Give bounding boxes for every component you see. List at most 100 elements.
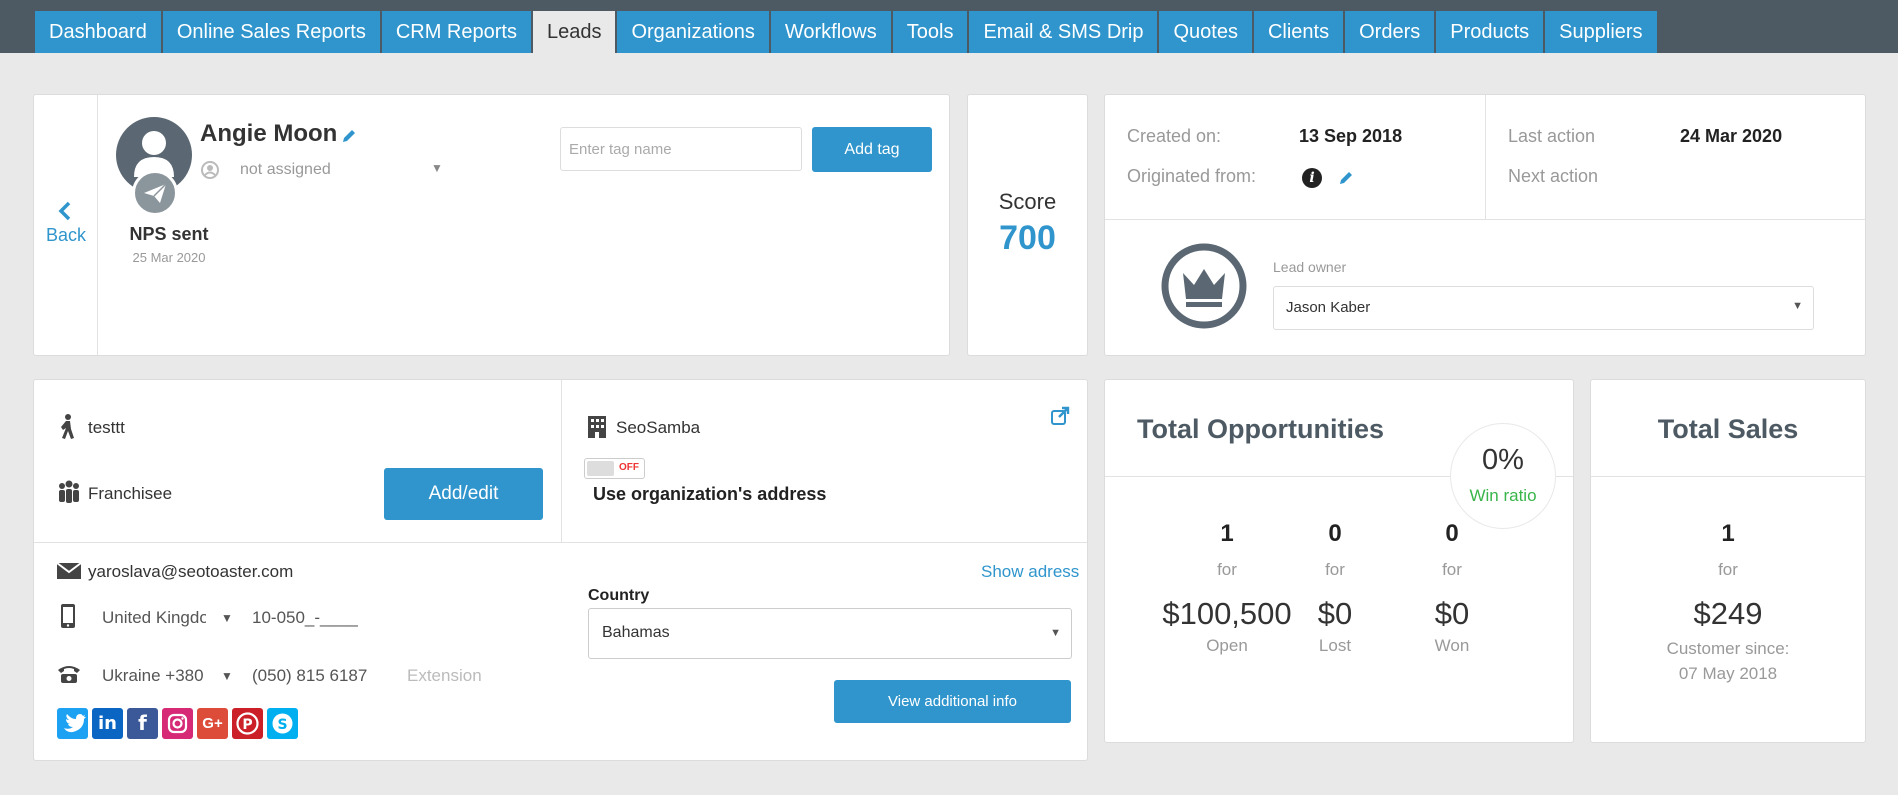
edit-pencil-icon[interactable]: [1337, 169, 1355, 187]
back-column[interactable]: Back: [34, 95, 98, 355]
external-link-icon[interactable]: [1050, 406, 1070, 426]
caret-down-icon: ▼: [1050, 627, 1061, 639]
mobile-country-select[interactable]: United Kingdo: [102, 608, 206, 628]
tab-clients[interactable]: Clients: [1253, 11, 1344, 53]
add-tag-button[interactable]: Add tag: [812, 127, 932, 172]
score-label: Score: [998, 189, 1057, 214]
won-label: Won: [1434, 636, 1470, 655]
divider: [1485, 95, 1486, 219]
position-text: testtt: [88, 418, 125, 437]
instagram-icon[interactable]: [162, 708, 193, 739]
organization-name[interactable]: SeoSamba: [616, 418, 700, 438]
total-sales-card: Total Sales 1 for $249 Customer since: 0…: [1590, 379, 1866, 743]
total-opportunities-card: Total Opportunities 0% Win ratio 1 for $…: [1104, 379, 1574, 743]
pinterest-icon[interactable]: P: [232, 708, 263, 739]
envelope-icon: [56, 562, 82, 579]
created-on-value: 13 Sep 2018: [1299, 126, 1403, 146]
next-action-label: Next action: [1508, 166, 1599, 186]
divider: [1591, 476, 1865, 477]
tab-crm-reports[interactable]: CRM Reports: [381, 11, 531, 53]
phone-number-input[interactable]: (050) 815 6187: [252, 666, 367, 686]
add-edit-button[interactable]: Add/edit: [384, 468, 543, 520]
created-on-label: Created on:: [1127, 126, 1222, 146]
tab-products[interactable]: Products: [1436, 11, 1544, 53]
toggle-state: OFF: [619, 462, 639, 473]
tab-workflows[interactable]: Workflows: [770, 11, 891, 53]
win-ratio-value: 0%: [1482, 444, 1524, 476]
twitter-icon[interactable]: [57, 708, 88, 739]
tab-online-sales-reports[interactable]: Online Sales Reports: [162, 11, 380, 53]
linkedin-icon[interactable]: in: [92, 708, 123, 739]
opportunities-won-column[interactable]: 0 for $0 Won: [1382, 520, 1522, 656]
assignee-icon: [201, 161, 219, 179]
sales-for: for: [1718, 560, 1738, 579]
email-text[interactable]: yaroslava@seotoaster.com: [88, 562, 293, 582]
facebook-icon[interactable]: f: [127, 708, 158, 739]
show-address-link[interactable]: Show adress: [981, 562, 1079, 582]
google-plus-icon[interactable]: G+: [197, 708, 228, 739]
caret-down-icon[interactable]: ▼: [221, 669, 233, 683]
divider: [34, 542, 1087, 543]
landline-phone-icon: [58, 666, 80, 683]
tag-name-input[interactable]: [560, 127, 802, 171]
back-link[interactable]: Back: [46, 225, 86, 246]
divider: [1105, 219, 1865, 220]
tab-leads[interactable]: Leads: [532, 11, 616, 53]
main-tabs: Dashboard Online Sales Reports CRM Repor…: [35, 11, 1659, 53]
tab-email-sms-drip[interactable]: Email & SMS Drip: [969, 11, 1158, 53]
country-label: Country: [588, 587, 650, 604]
svg-text:P: P: [242, 717, 252, 733]
customer-since-date: 07 May 2018: [1678, 664, 1778, 683]
tab-quotes[interactable]: Quotes: [1159, 11, 1252, 53]
svg-text:S: S: [277, 717, 287, 733]
skype-icon[interactable]: S: [267, 708, 298, 739]
won-for: for: [1442, 560, 1462, 579]
role-text: Franchisee: [88, 484, 173, 503]
tab-organizations[interactable]: Organizations: [617, 11, 769, 53]
won-amount: $0: [1434, 596, 1470, 631]
tab-orders[interactable]: Orders: [1345, 11, 1435, 53]
won-count: 0: [1445, 520, 1459, 547]
sales-title: Total Sales: [1657, 414, 1799, 444]
lead-owner-value: Jason Kaber: [1286, 299, 1371, 316]
lead-status-date: 25 Mar 2020: [132, 250, 206, 265]
mobile-phone-icon: [61, 604, 75, 628]
extension-input[interactable]: Extension: [407, 666, 482, 686]
edit-pencil-icon[interactable]: [340, 127, 358, 145]
crown-icon: [1161, 243, 1247, 329]
info-icon[interactable]: i: [1302, 168, 1322, 188]
tab-suppliers[interactable]: Suppliers: [1545, 11, 1657, 53]
assignee-select[interactable]: not assigned: [240, 161, 331, 179]
opportunities-title: Total Opportunities: [1137, 414, 1384, 444]
country-value: Bahamas: [602, 624, 670, 641]
tab-dashboard[interactable]: Dashboard: [35, 11, 161, 53]
paper-plane-icon: [144, 183, 167, 203]
mobile-number-input[interactable]: 10-050_-____: [252, 608, 358, 628]
caret-down-icon[interactable]: ▼: [221, 611, 233, 625]
score-value: 700: [999, 219, 1056, 257]
walking-person-icon: [61, 414, 74, 439]
lead-status: NPS sent: [129, 224, 209, 244]
tab-tools[interactable]: Tools: [892, 11, 968, 53]
top-navigation-bar: Dashboard Online Sales Reports CRM Repor…: [0, 0, 1898, 53]
win-ratio-label: Win ratio: [1469, 486, 1537, 505]
last-action-value: 24 Mar 2020: [1680, 126, 1783, 146]
caret-down-icon[interactable]: ▼: [431, 161, 443, 175]
view-additional-info-button[interactable]: View additional info: [834, 680, 1071, 723]
use-org-address-toggle[interactable]: OFF: [584, 458, 645, 479]
win-ratio-circle: 0% Win ratio: [1450, 423, 1556, 529]
lead-profile-card: Back Angie Moon not assigned ▼ NPS sent …: [33, 94, 950, 356]
sales-amount: $249: [1693, 596, 1763, 631]
team-icon: [59, 480, 79, 503]
building-icon: [588, 416, 606, 438]
chevron-left-icon: [58, 201, 71, 221]
country-select[interactable]: Bahamas ▼: [588, 608, 1072, 659]
phone-country-select[interactable]: Ukraine +380: [102, 666, 204, 686]
lead-info-card: Created on: 13 Sep 2018 Originated from:…: [1104, 94, 1866, 356]
last-action-label: Last action: [1508, 126, 1596, 146]
lead-owner-label: Lead owner: [1273, 259, 1347, 275]
paper-plane-badge: [132, 170, 178, 216]
divider: [561, 380, 562, 542]
caret-down-icon: ▼: [1792, 300, 1803, 312]
lead-owner-select[interactable]: Jason Kaber ▼: [1273, 286, 1814, 330]
